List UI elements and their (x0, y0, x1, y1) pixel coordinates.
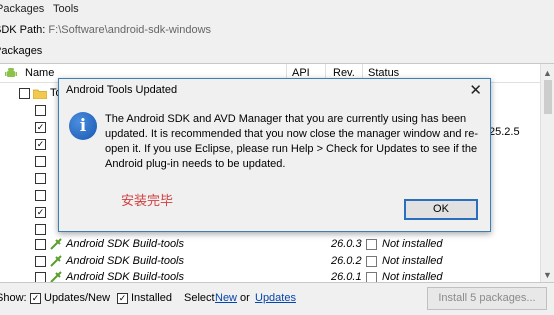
packages-section-label: Packages (0, 45, 43, 57)
install-complete-note: 安装完毕 (121, 194, 174, 209)
dialog-title: Android Tools Updated (66, 84, 178, 96)
table-row[interactable]: Android SDK Build-tools 26.0.1 Not insta… (0, 269, 540, 283)
row-name: Android SDK Build-tools (66, 271, 185, 283)
row-rev: 26.0.3 (331, 238, 362, 250)
select-label: Select (184, 292, 215, 304)
android-icon (5, 68, 17, 77)
select-new-link[interactable]: New (215, 292, 237, 304)
table-row[interactable]: Android SDK Build-tools 26.0.3 Not insta… (0, 236, 540, 253)
updates-new-checkbox[interactable]: ✓ (30, 293, 41, 304)
column-name[interactable]: Name (25, 67, 54, 79)
close-icon[interactable]: ✕ (469, 81, 482, 99)
installed-checkbox[interactable]: ✓ (117, 293, 128, 304)
row-status: Not installed (382, 271, 443, 283)
folder-icon (33, 89, 47, 99)
row-status: Not installed (382, 238, 443, 250)
partial-rev: 25.2.5 (489, 126, 520, 138)
row-name: Android SDK Build-tools (66, 238, 185, 250)
status-checkbox (366, 272, 377, 282)
row-checkbox[interactable] (35, 173, 46, 184)
table-scrollbar[interactable]: ▲ ▼ (540, 64, 554, 282)
row-checkbox[interactable] (35, 224, 46, 235)
status-checkbox (366, 256, 377, 267)
status-checkbox (366, 239, 377, 250)
scroll-down-icon[interactable]: ▼ (543, 270, 552, 280)
row-checkbox[interactable] (35, 239, 46, 250)
sdk-path-row: SDK Path: F:\Software\android-sdk-window… (0, 24, 211, 36)
updates-new-label[interactable]: Updates/New (44, 292, 110, 304)
row-checkbox[interactable] (35, 156, 46, 167)
scrollbar-thumb[interactable] (544, 80, 552, 114)
scroll-up-icon[interactable]: ▲ (543, 68, 552, 78)
info-icon: i (69, 112, 97, 140)
build-tools-icon (50, 255, 62, 267)
sdk-path-value: F:\Software\android-sdk-windows (48, 24, 212, 36)
android-tools-updated-dialog: Android Tools Updated ✕ i The Android SD… (58, 78, 491, 232)
row-checkbox[interactable] (35, 105, 46, 116)
row-checkbox[interactable] (35, 190, 46, 201)
select-updates-link[interactable]: Updates (255, 292, 296, 304)
table-row[interactable]: Android SDK Build-tools 26.0.2 Not insta… (0, 253, 540, 270)
group-checkbox[interactable] (19, 88, 30, 99)
dialog-message: The Android SDK and AVD Manager that you… (105, 113, 478, 170)
build-tools-icon (50, 271, 62, 282)
row-rev: 26.0.1 (331, 271, 362, 283)
row-checkbox[interactable] (35, 256, 46, 267)
row-status: Not installed (382, 255, 443, 267)
ok-button[interactable]: OK (404, 199, 478, 220)
row-checkbox[interactable]: ✓ (35, 122, 46, 133)
menu-packages[interactable]: Packages (0, 3, 44, 15)
row-checkbox[interactable]: ✓ (35, 139, 46, 150)
row-name: Android SDK Build-tools (66, 255, 185, 267)
menu-tools[interactable]: Tools (53, 3, 79, 15)
row-checkbox[interactable] (35, 272, 46, 282)
sdk-path-label: SDK Path: (0, 24, 46, 36)
install-packages-button[interactable]: Install 5 packages... (427, 287, 547, 310)
row-checkbox[interactable]: ✓ (35, 207, 46, 218)
show-label: Show: (0, 292, 27, 304)
installed-label[interactable]: Installed (131, 292, 172, 304)
row-rev: 26.0.2 (331, 255, 362, 267)
or-label: or (240, 292, 250, 304)
build-tools-icon (50, 238, 62, 250)
